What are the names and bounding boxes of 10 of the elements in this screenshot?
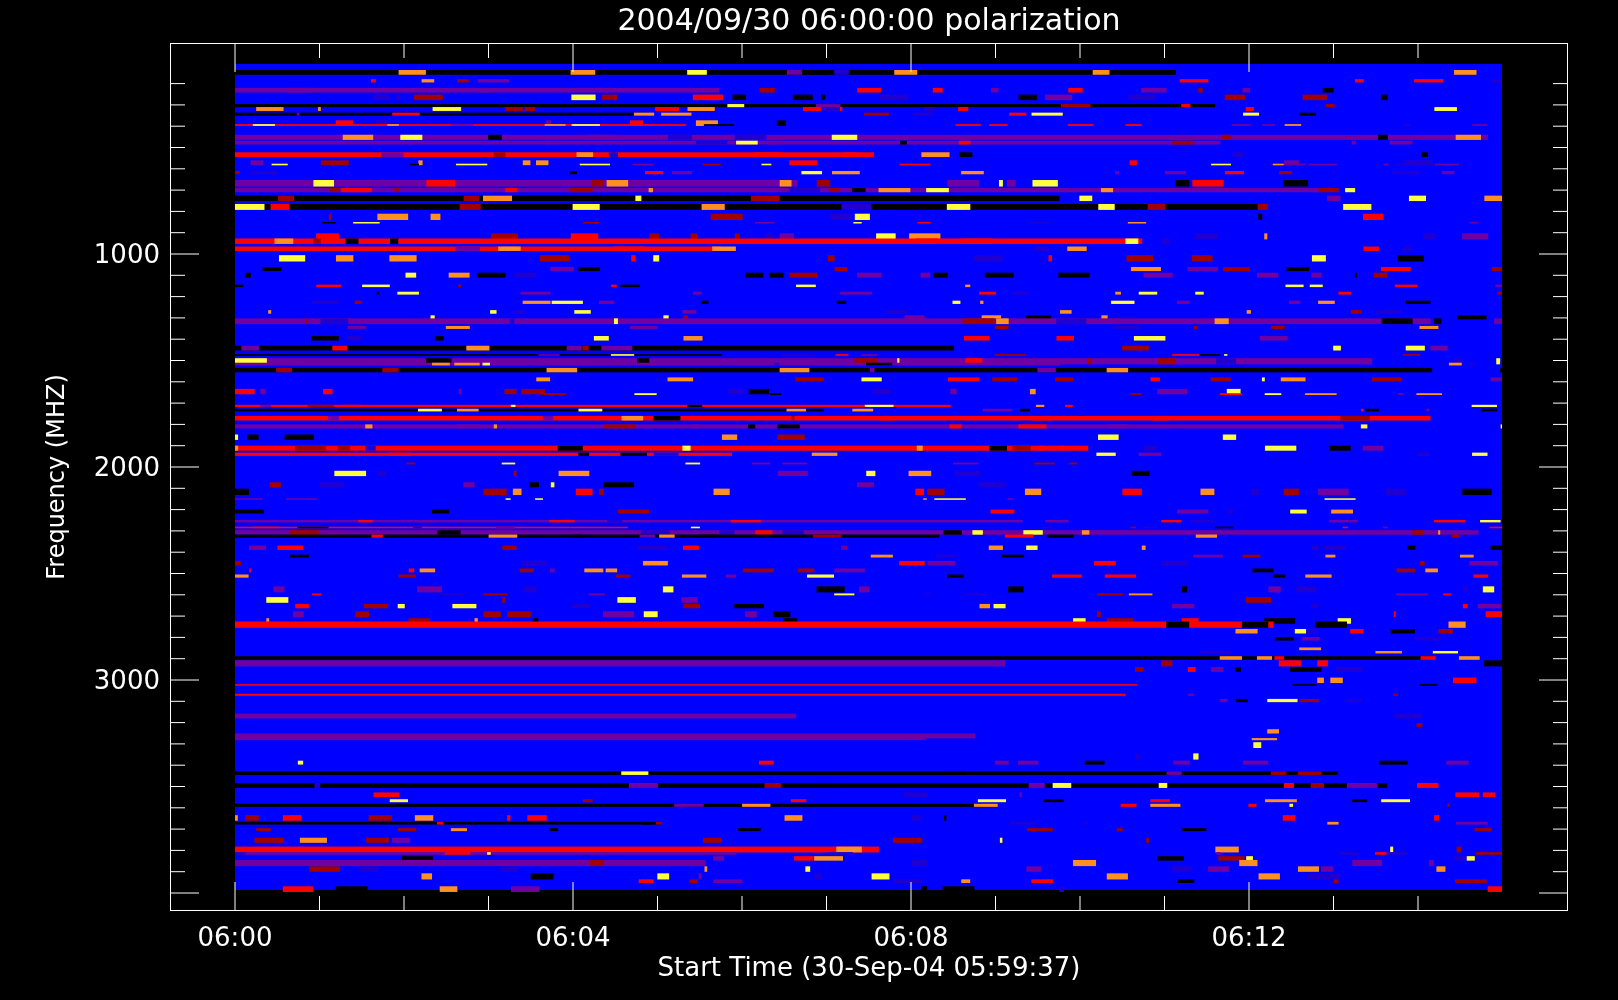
axis-tick-label: 1000 bbox=[93, 239, 160, 269]
axis-tick-label: 06:04 bbox=[535, 922, 611, 952]
axis-tick-label: 06:08 bbox=[873, 922, 949, 952]
axis-tick-label: 06:00 bbox=[197, 922, 273, 952]
axis-tick-label: 2000 bbox=[93, 452, 160, 482]
axis-title: Frequency (MHZ) bbox=[42, 374, 70, 580]
chart-title: 2004/09/30 06:00:00 polarization bbox=[617, 2, 1121, 37]
axis-tick-label: 3000 bbox=[93, 665, 160, 695]
axis-title: Start Time (30-Sep-04 05:59:37) bbox=[657, 952, 1081, 982]
axis-tick-label: 06:12 bbox=[1211, 922, 1287, 952]
